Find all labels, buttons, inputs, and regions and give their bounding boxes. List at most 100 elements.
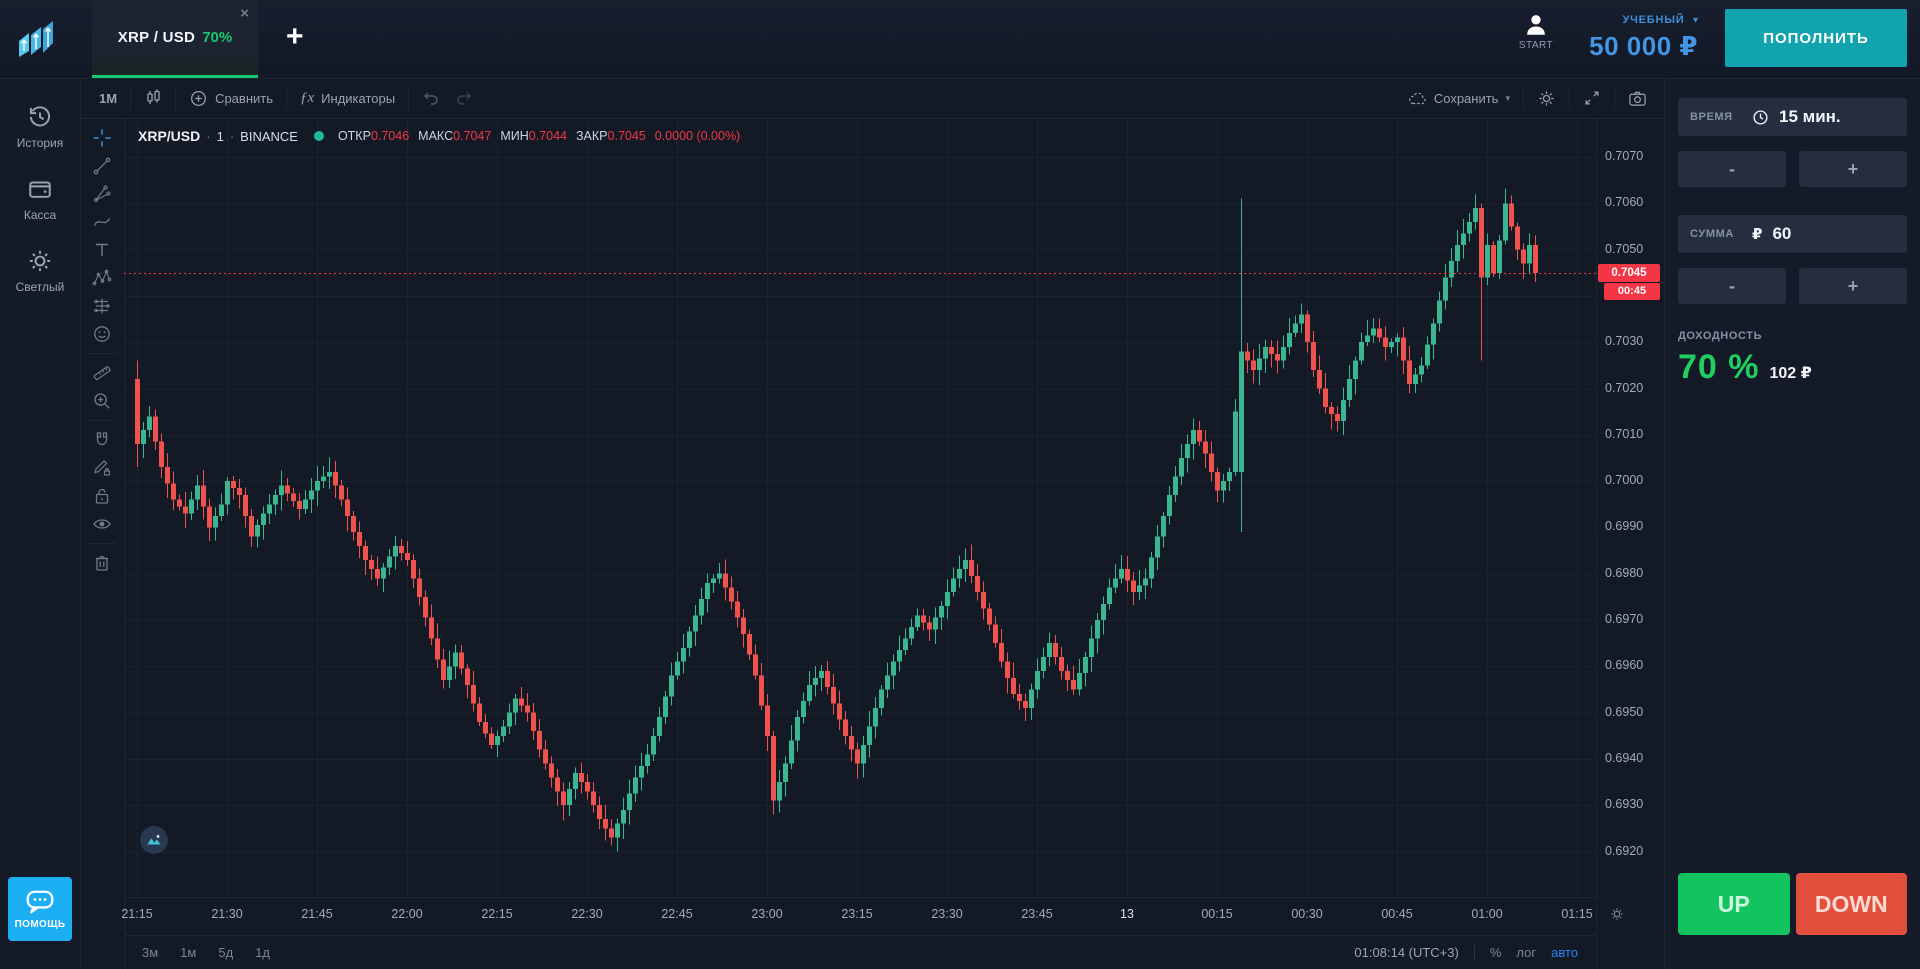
time-axis-label: 23:00 [751,907,782,921]
candle [309,478,314,513]
user-label: START [1513,40,1559,51]
time-axis-label: 00:15 [1201,907,1232,921]
amount-field[interactable]: СУММА ₽ 60 [1678,215,1907,253]
candle [729,576,734,609]
candle [681,634,686,673]
candle [1455,230,1460,273]
candle [1287,318,1292,355]
candle [597,797,602,830]
chart-clock[interactable]: 01:08:14 (UTC+3) [1354,945,1458,960]
candle [1047,633,1052,666]
candle [1245,343,1250,373]
amount-minus-button[interactable]: - [1678,268,1786,304]
candle [249,509,254,547]
candle [1389,338,1394,353]
high-label: МАКС [418,129,453,143]
auto-scale-button[interactable]: авто [1551,945,1578,960]
candle [639,753,644,790]
candle [351,511,356,540]
indicators-button[interactable]: ƒx Индикаторы [287,78,408,118]
remove-drawings-tool[interactable] [87,549,117,577]
time-axis[interactable]: 21:1521:3021:4522:0022:1522:3022:4523:00… [124,897,1596,936]
candle [1005,652,1010,693]
asset-tab[interactable]: XRP / USD 70% × [92,0,258,78]
candle [1083,652,1088,687]
broker-watermark-button[interactable] [140,826,168,854]
range-button[interactable]: 5д [218,945,233,960]
time-axis-label: 21:30 [211,907,242,921]
drawing-mode-tool[interactable] [87,454,117,482]
price-axis[interactable]: 0.7045 00:45 0.70700.70600.70500.70300.7… [1596,118,1665,969]
help-button[interactable]: ПОМОЩЬ [8,877,72,941]
log-scale-button[interactable]: лог [1516,945,1536,960]
candle [1329,402,1334,430]
up-button[interactable]: UP [1678,873,1790,935]
candle [1101,597,1106,635]
lock-all-tool[interactable] [87,482,117,510]
snapshot-button[interactable] [1615,78,1660,118]
down-button[interactable]: DOWN [1796,873,1908,935]
range-button[interactable]: 3м [142,945,158,960]
candle [1209,442,1214,482]
time-field[interactable]: ВРЕМЯ 15 мин. [1678,98,1907,136]
amount-plus-button[interactable]: + [1799,268,1907,304]
candle [771,731,776,815]
user-menu[interactable]: START [1513,12,1559,51]
undo-button[interactable] [409,78,453,118]
sidebar-item-cashier[interactable]: Касса [0,176,80,222]
time-minus-button[interactable]: - [1678,151,1786,187]
time-plus-button[interactable]: + [1799,151,1907,187]
fullscreen-button[interactable] [1570,78,1614,118]
candle [765,694,770,751]
add-tab-button[interactable]: + [286,22,304,52]
close-label: ЗАКР [576,129,608,143]
save-layout-button[interactable]: Сохранить ▾ [1394,78,1523,118]
chart-plot[interactable]: XRP/USD · 1 · BINANCE ОТКР 0.7046 МАКС 0… [124,118,1596,897]
candle [207,499,212,541]
candle [753,644,758,679]
text-tool[interactable] [87,236,117,264]
deposit-button[interactable]: ПОПОЛНИТЬ [1725,9,1907,67]
trend-line-tool[interactable] [87,152,117,180]
account-type[interactable]: УЧЕБНЫЙ [1622,14,1684,26]
redo-button[interactable] [453,78,486,118]
close-value: 0.7045 [608,129,646,143]
candles-icon [144,88,162,108]
sun-icon [27,248,53,274]
brush-tool[interactable] [87,208,117,236]
chart-settings-button[interactable] [1524,78,1569,118]
crosshair-tool[interactable] [87,124,117,152]
candle [603,805,608,841]
range-button[interactable]: 1м [180,945,196,960]
range-button[interactable]: 1д [255,945,270,960]
chart-style-button[interactable] [131,78,175,118]
candle [921,609,926,630]
compare-button[interactable]: Сравнить [176,78,286,118]
time-axis-label: 22:45 [661,907,692,921]
pitchfork-tool[interactable] [87,180,117,208]
candle [225,477,230,514]
magnet-tool[interactable] [87,426,117,454]
zoom-in-tool[interactable] [87,387,117,415]
candle [747,630,752,660]
sidebar-item-theme[interactable]: Светлый [0,248,80,294]
tab-close-icon[interactable]: × [240,6,249,21]
candle [441,649,446,688]
candle [615,819,620,852]
forecast-tool[interactable] [87,292,117,320]
account-balance-block[interactable]: УЧЕБНЫЙ ▾ 50 000 ₽ [1589,10,1698,62]
candle [1515,222,1520,260]
time-axis-settings-icon[interactable] [1609,906,1625,922]
sidebar-item-history[interactable]: История [0,104,80,150]
candle [213,507,218,540]
emoji-tool[interactable] [87,320,117,348]
pattern-tool[interactable] [87,264,117,292]
candle [177,494,182,510]
interval-button[interactable]: 1М [86,78,130,118]
percent-scale-button[interactable]: % [1490,945,1502,960]
measure-tool[interactable] [87,359,117,387]
candle [1437,292,1442,332]
chart-legend: XRP/USD · 1 · BINANCE ОТКР 0.7046 МАКС 0… [138,128,749,144]
hide-all-tool[interactable] [87,510,117,538]
candle [861,736,866,778]
